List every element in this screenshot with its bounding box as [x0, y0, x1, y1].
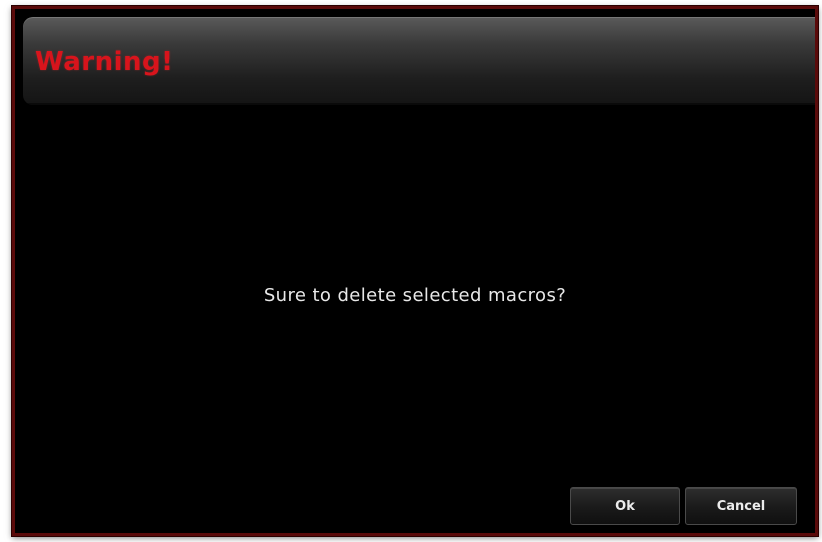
ok-button[interactable]: Ok: [570, 487, 680, 525]
dialog-titlebar: Warning!: [23, 17, 815, 105]
dialog-title: Warning!: [35, 47, 174, 77]
warning-dialog: Warning! Sure to delete selected macros?…: [12, 6, 818, 536]
dialog-message: Sure to delete selected macros?: [263, 285, 567, 306]
cancel-button[interactable]: Cancel: [685, 487, 797, 525]
